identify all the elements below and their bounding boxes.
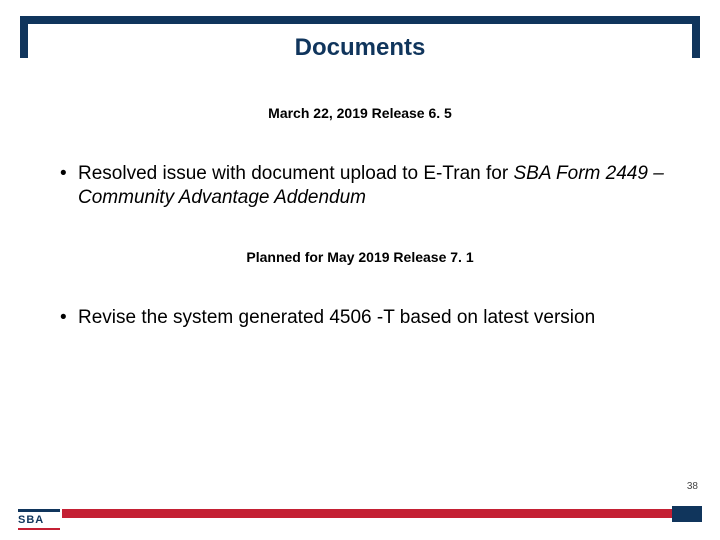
footer-bar-red [62, 509, 676, 518]
footer-corner-blue [672, 506, 702, 522]
page-number: 38 [687, 481, 698, 492]
bullet-dot-icon: • [60, 306, 78, 330]
logo-bar-bottom [18, 528, 60, 530]
page-title: Documents [0, 34, 720, 62]
bullet-item-1: • Resolved issue with document upload to… [60, 162, 680, 210]
bullet-item-2: • Revise the system generated 4506 -T ba… [60, 306, 680, 330]
bullet1-prefix: Resolved issue with document upload to E… [78, 163, 513, 184]
bullet-text-1: Resolved issue with document upload to E… [78, 162, 680, 210]
release-subhead-2: Planned for May 2019 Release 7. 1 [0, 249, 720, 265]
bullet-text-2: Revise the system generated 4506 -T base… [78, 306, 680, 330]
bullet-dot-icon: • [60, 162, 78, 186]
logo-text: SBA [18, 514, 60, 526]
sba-logo: SBA [18, 509, 60, 530]
logo-bar-top [18, 509, 60, 512]
header-border-top [20, 16, 700, 24]
release-subhead-1: March 22, 2019 Release 6. 5 [0, 105, 720, 121]
